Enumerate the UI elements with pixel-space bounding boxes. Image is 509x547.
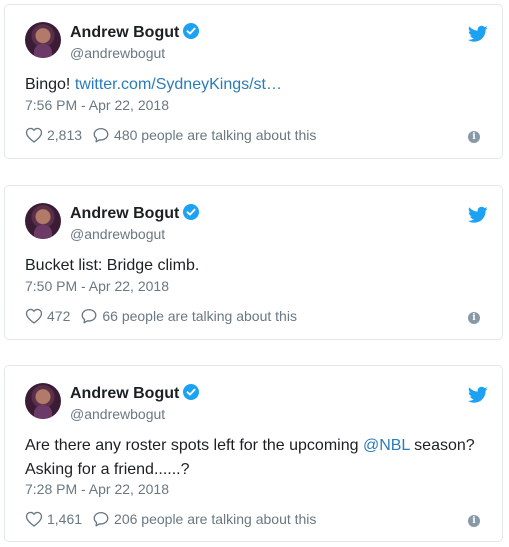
info-icon[interactable]: i: [468, 312, 480, 324]
embedded-tweet[interactable]: Andrew Bogut @andrewbogut Are there any …: [4, 365, 503, 542]
author-name-row[interactable]: Andrew Bogut: [70, 384, 200, 403]
like-count[interactable]: 2,813: [47, 127, 82, 143]
author-handle[interactable]: @andrewbogut: [70, 406, 165, 422]
author-name-row[interactable]: Andrew Bogut: [70, 204, 200, 223]
heart-icon[interactable]: [25, 510, 43, 528]
tweet-text: Are there any roster spots left for the …: [25, 434, 487, 482]
like-count[interactable]: 472: [47, 308, 70, 324]
tweet-text: Bingo! twitter.com/SydneyKings/st…: [25, 73, 487, 97]
twitter-bird-icon[interactable]: [468, 386, 488, 404]
author-name[interactable]: Andrew Bogut: [70, 205, 179, 222]
info-icon[interactable]: i: [468, 515, 480, 527]
tweet-actions: 472 66 people are talking about this: [25, 307, 297, 325]
heart-icon[interactable]: [25, 126, 43, 144]
tweet-timestamp[interactable]: 7:28 PM - Apr 22, 2018: [25, 481, 169, 497]
verified-badge-icon: [183, 23, 200, 39]
tweet-actions: 1,461 206 people are talking about this: [25, 510, 316, 528]
verified-badge-icon: [183, 384, 200, 400]
talking-count[interactable]: 480 people are talking about this: [114, 127, 316, 143]
talking-count[interactable]: 66 people are talking about this: [102, 308, 297, 324]
tweet-timestamp[interactable]: 7:56 PM - Apr 22, 2018: [25, 97, 169, 113]
avatar[interactable]: [25, 22, 61, 58]
author-name[interactable]: Andrew Bogut: [70, 24, 179, 41]
avatar[interactable]: [25, 383, 61, 419]
heart-icon[interactable]: [25, 307, 43, 325]
author-name-row[interactable]: Andrew Bogut: [70, 23, 200, 42]
embedded-tweet[interactable]: Andrew Bogut @andrewbogut Bingo! twitter…: [4, 4, 503, 159]
tweet-timestamp[interactable]: 7:50 PM - Apr 22, 2018: [25, 278, 169, 294]
verified-badge-icon: [183, 204, 200, 220]
tweet-actions: 2,813 480 people are talking about this: [25, 126, 316, 144]
speech-bubble-icon[interactable]: [92, 510, 110, 528]
twitter-bird-icon[interactable]: [468, 25, 488, 43]
twitter-bird-icon[interactable]: [468, 206, 488, 224]
speech-bubble-icon[interactable]: [92, 126, 110, 144]
embedded-tweet[interactable]: Andrew Bogut @andrewbogut Bucket list: B…: [4, 185, 503, 340]
mention-link[interactable]: @NBL: [363, 437, 410, 454]
tweet-text: Bucket list: Bridge climb.: [25, 257, 200, 274]
tweet-text-before: Are there any roster spots left for the …: [25, 437, 363, 454]
tweet-link[interactable]: twitter.com/SydneyKings/st…: [75, 76, 282, 93]
like-count[interactable]: 1,461: [47, 511, 82, 527]
author-handle[interactable]: @andrewbogut: [70, 45, 165, 61]
talking-count[interactable]: 206 people are talking about this: [114, 511, 316, 527]
info-icon[interactable]: i: [468, 131, 480, 143]
author-handle[interactable]: @andrewbogut: [70, 226, 165, 242]
tweet-text-plain: Bingo!: [25, 76, 75, 93]
speech-bubble-icon[interactable]: [80, 307, 98, 325]
tweet-feed: Andrew Bogut @andrewbogut Bingo! twitter…: [0, 0, 509, 547]
avatar[interactable]: [25, 203, 61, 239]
author-name[interactable]: Andrew Bogut: [70, 385, 179, 402]
